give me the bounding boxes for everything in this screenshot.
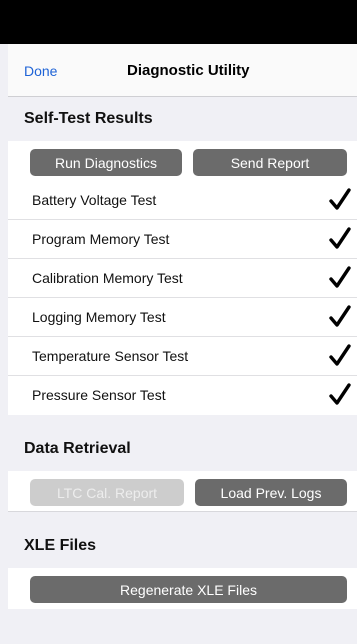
list-item: Program Memory Test <box>8 220 357 259</box>
test-results-list: Battery Voltage Test Program Memory Test… <box>8 181 357 415</box>
test-label: Calibration Memory Test <box>32 270 183 286</box>
section-header-data-retrieval: Data Retrieval <box>24 440 131 457</box>
data-retrieval-button-row: LTC Cal. Report Load Prev. Logs <box>8 471 357 512</box>
ltc-cal-report-button[interactable]: LTC Cal. Report <box>30 479 184 506</box>
test-label: Logging Memory Test <box>32 309 166 325</box>
test-label: Temperature Sensor Test <box>32 348 189 364</box>
section-header-xle-files: XLE Files <box>24 537 97 554</box>
run-diagnostics-button[interactable]: Run Diagnostics <box>30 149 182 176</box>
list-item: Calibration Memory Test <box>8 259 357 298</box>
checkmark-icon <box>329 188 351 210</box>
test-label: Battery Voltage Test <box>32 192 157 208</box>
page-title: Diagnostic Utility <box>127 62 250 79</box>
checkmark-icon <box>329 383 351 405</box>
navigation-bar: Done Diagnostic Utility <box>8 44 357 97</box>
send-report-button[interactable]: Send Report <box>193 149 347 176</box>
self-test-button-row: Run Diagnostics Send Report <box>8 141 357 182</box>
list-item: Logging Memory Test <box>8 298 357 337</box>
test-label: Pressure Sensor Test <box>32 387 166 403</box>
checkmark-icon <box>329 344 351 366</box>
status-bar <box>0 0 357 44</box>
list-item: Pressure Sensor Test <box>8 376 357 415</box>
list-item: Temperature Sensor Test <box>8 337 357 376</box>
xle-button-row: Regenerate XLE Files <box>8 568 357 609</box>
load-prev-logs-button[interactable]: Load Prev. Logs <box>195 479 347 506</box>
test-label: Program Memory Test <box>32 231 170 247</box>
checkmark-icon <box>329 266 351 288</box>
checkmark-icon <box>329 227 351 249</box>
regenerate-xle-files-button[interactable]: Regenerate XLE Files <box>30 576 347 603</box>
list-item: Battery Voltage Test <box>8 181 357 220</box>
section-header-self-test: Self-Test Results <box>24 110 153 127</box>
checkmark-icon <box>329 305 351 327</box>
done-button[interactable]: Done <box>24 63 57 79</box>
